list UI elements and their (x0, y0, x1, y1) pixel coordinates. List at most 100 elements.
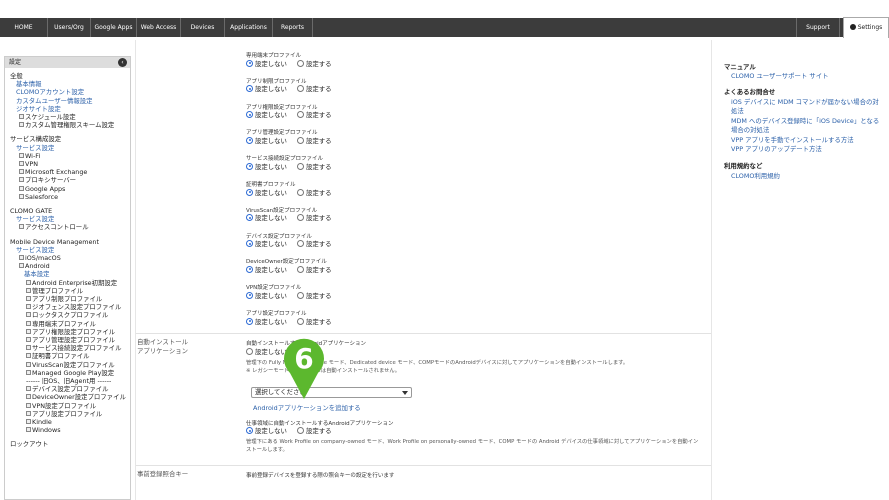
expand-icon[interactable] (19, 255, 24, 260)
sidebar-item[interactable]: サービス設定 (16, 144, 54, 152)
expand-icon[interactable] (26, 410, 31, 416)
expand-icon[interactable] (19, 177, 24, 183)
radio-set[interactable] (296, 85, 304, 93)
expand-icon[interactable] (19, 152, 24, 158)
expand-icon[interactable] (19, 263, 24, 269)
radio-set[interactable] (296, 111, 304, 119)
radio-not-set[interactable] (246, 188, 253, 196)
sidebar-item[interactable]: サービス設定 (16, 246, 54, 254)
sidebar-item[interactable]: Android Enterprise初期設定 (26, 279, 117, 287)
sidebar-item[interactable]: CLOMOアカウント設定 (16, 88, 84, 96)
sidebar-item[interactable]: アプリ管理設定プロファイル (26, 336, 115, 344)
sidebar-item[interactable]: Windows (26, 426, 61, 434)
radio-set[interactable] (296, 291, 304, 299)
sidebar-item[interactable]: Google Apps (19, 185, 65, 193)
sidebar-item[interactable]: サービス設定 (16, 215, 54, 223)
radio-set[interactable] (296, 317, 304, 325)
work-profile-radio-on[interactable] (296, 427, 304, 434)
expand-icon[interactable] (26, 337, 31, 342)
expand-icon[interactable] (26, 345, 31, 351)
expand-icon[interactable] (26, 427, 31, 433)
sidebar-item[interactable]: Kindle (26, 418, 52, 426)
sidebar-item[interactable]: ------ 旧OS、旧Agent用 ------ (26, 377, 111, 385)
sidebar-item[interactable]: ジオサイト設定 (16, 105, 61, 113)
sidebar-item[interactable]: アプリ制限プロファイル (26, 295, 102, 303)
nav-settings-tab[interactable]: Settings (843, 17, 889, 38)
expand-icon[interactable] (26, 402, 31, 408)
faq-link[interactable]: VPP アプリのアップデート方法 (731, 145, 822, 153)
work-profile-radio-off[interactable] (246, 427, 253, 434)
sidebar-item[interactable]: 基本設定 (24, 270, 50, 278)
radio-set[interactable] (296, 214, 304, 222)
nav-google-apps[interactable]: Google Apps (91, 18, 137, 37)
nav-web-access[interactable]: Web Access (137, 18, 181, 37)
sidebar-item[interactable]: ジオフェンス設定プロファイル (26, 303, 121, 311)
auto-install-radio-off[interactable] (246, 348, 253, 355)
radio-not-set[interactable] (246, 136, 253, 144)
radio-set[interactable] (296, 162, 304, 170)
expand-icon[interactable] (19, 114, 24, 119)
expand-icon[interactable] (19, 122, 24, 128)
sidebar-item[interactable]: VPN設定プロファイル (26, 402, 96, 410)
expand-icon[interactable] (26, 320, 31, 326)
expand-icon[interactable] (26, 304, 31, 310)
sidebar-item[interactable]: アプリ権限設定プロファイル (26, 328, 115, 336)
add-android-app-link[interactable]: Androidアプリケーションを追加する (253, 403, 361, 412)
expand-icon[interactable] (26, 279, 31, 285)
sidebar-item[interactable]: Wi-Fi (19, 152, 40, 160)
nav-applications[interactable]: Applications (225, 18, 273, 37)
radio-not-set[interactable] (246, 265, 253, 273)
radio-not-set[interactable] (246, 240, 253, 248)
radio-not-set[interactable] (246, 59, 253, 67)
sidebar-item[interactable]: Managed Google Play設定 (26, 369, 114, 377)
faq-link[interactable]: 処法 (731, 107, 744, 115)
expand-icon[interactable] (19, 169, 24, 175)
expand-icon[interactable] (26, 369, 31, 375)
sidebar-item[interactable]: DeviceOwner設定プロファイル (26, 393, 126, 401)
sidebar-item[interactable]: Android (19, 262, 50, 270)
radio-not-set[interactable] (246, 291, 253, 299)
nav-reports[interactable]: Reports (273, 18, 313, 37)
radio-set[interactable] (296, 265, 304, 273)
sidebar-item[interactable]: デバイス設定プロファイル (26, 385, 109, 393)
radio-not-set[interactable] (246, 214, 253, 222)
sidebar-item[interactable]: アプリ設定プロファイル (26, 410, 102, 418)
nav-users-org[interactable]: Users/Org (48, 18, 91, 37)
expand-icon[interactable] (26, 386, 31, 392)
radio-not-set[interactable] (246, 162, 253, 170)
sidebar-item[interactable]: サービス接続設定プロファイル (26, 344, 121, 352)
app-select[interactable]: 選択してください (251, 387, 412, 398)
radio-set[interactable] (296, 59, 304, 67)
sidebar-item[interactable]: ロックタスクプロファイル (26, 311, 108, 319)
terms-link[interactable]: CLOMO利用規約 (731, 172, 780, 180)
sidebar-item[interactable]: Salesforce (19, 193, 58, 201)
faq-link[interactable]: VPP アプリを手動でインストールする方法 (731, 136, 854, 144)
sidebar-item[interactable]: Microsoft Exchange (19, 168, 87, 176)
radio-not-set[interactable] (246, 111, 253, 119)
radio-set[interactable] (296, 240, 304, 248)
sidebar-item[interactable]: 基本情報 (16, 80, 42, 88)
expand-icon[interactable] (26, 353, 31, 359)
expand-icon[interactable] (26, 394, 31, 400)
nav-devices[interactable]: Devices (181, 18, 225, 37)
expand-icon[interactable] (19, 224, 24, 230)
expand-icon[interactable] (26, 287, 31, 293)
faq-link[interactable]: iOS デバイスに MDM コマンドが届かない場合の対 (731, 98, 879, 106)
nav-home[interactable]: HOME (0, 18, 48, 37)
sidebar-item[interactable]: 管理プロファイル (26, 287, 83, 295)
sidebar-item[interactable]: アクセスコントロール (19, 223, 89, 231)
support-site-link[interactable]: CLOMO ユーザーサポート サイト (731, 72, 828, 80)
sidebar-item[interactable]: 専用端末プロファイル (26, 320, 96, 328)
sidebar-item[interactable]: カスタム管理権限スキーム設定 (19, 121, 114, 129)
expand-icon[interactable] (26, 328, 31, 334)
collapse-icon[interactable]: ‹ (118, 58, 127, 67)
sidebar-item[interactable]: プロキシサーバー (19, 176, 76, 184)
radio-not-set[interactable] (246, 317, 253, 325)
sidebar-item[interactable]: 証明書プロファイル (26, 352, 90, 360)
sidebar-item[interactable]: スケジュール設定 (19, 113, 76, 121)
faq-link[interactable]: MDM へのデバイス登録時に「iOS Device」となる (731, 117, 879, 125)
radio-not-set[interactable] (246, 85, 253, 93)
sidebar-item[interactable]: カスタムユーザー情報設定 (16, 97, 93, 105)
expand-icon[interactable] (26, 419, 31, 424)
expand-icon[interactable] (26, 312, 31, 318)
